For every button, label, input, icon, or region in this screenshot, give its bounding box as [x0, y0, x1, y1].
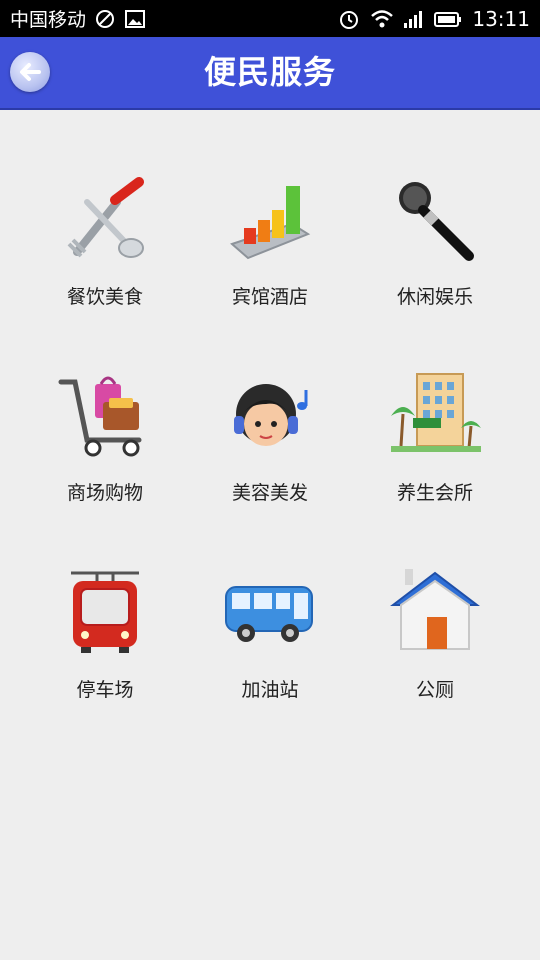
service-label: 公厕 [415, 679, 454, 701]
status-left: 中国移动 [10, 0, 146, 37]
title-bar: 便民服务 [0, 37, 540, 110]
clock-time: 13:11 [472, 6, 530, 31]
status-right: 13:11 [338, 0, 530, 37]
service-item-spa[interactable]: 养生会所 [345, 306, 525, 504]
service-label: 宾馆酒店 [231, 286, 308, 308]
service-item-toilet[interactable]: 公厕 [345, 503, 525, 701]
fork-spoon-icon [57, 172, 153, 268]
bus-icon [222, 565, 318, 661]
service-label: 养生会所 [396, 482, 473, 504]
service-item-parking[interactable]: 停车场 [15, 503, 195, 701]
shopping-cart-icon [57, 368, 153, 464]
carrier-label: 中国移动 [10, 9, 87, 31]
service-item-leisure[interactable]: 休闲娱乐 [345, 110, 525, 308]
service-item-dining[interactable]: 餐饮美食 [15, 110, 195, 308]
service-label: 加油站 [241, 679, 299, 701]
service-item-shopping[interactable]: 商场购物 [15, 306, 195, 504]
wifi-icon [370, 8, 394, 30]
nfc-icon [94, 8, 116, 30]
service-label: 商场购物 [66, 482, 143, 504]
microphone-icon [387, 172, 483, 268]
service-item-beauty[interactable]: 美容美发 [180, 306, 360, 504]
headset-girl-icon [222, 368, 318, 464]
service-label: 美容美发 [231, 482, 308, 504]
service-label: 餐饮美食 [66, 286, 143, 308]
image-notification-icon [124, 8, 146, 30]
service-label: 停车场 [76, 679, 134, 701]
tram-icon [57, 565, 153, 661]
house-icon [387, 565, 483, 661]
service-label: 休闲娱乐 [396, 286, 473, 308]
alarm-icon [338, 8, 360, 30]
service-item-gas-station[interactable]: 加油站 [180, 503, 360, 701]
battery-icon [434, 8, 462, 30]
service-item-hotel[interactable]: 宾馆酒店 [180, 110, 360, 308]
bar-chart-icon [222, 172, 318, 268]
page-title: 便民服务 [203, 53, 336, 91]
status-bar: 中国移动 13:11 [0, 0, 540, 37]
hotel-icon [387, 368, 483, 464]
signal-icon [402, 8, 424, 30]
